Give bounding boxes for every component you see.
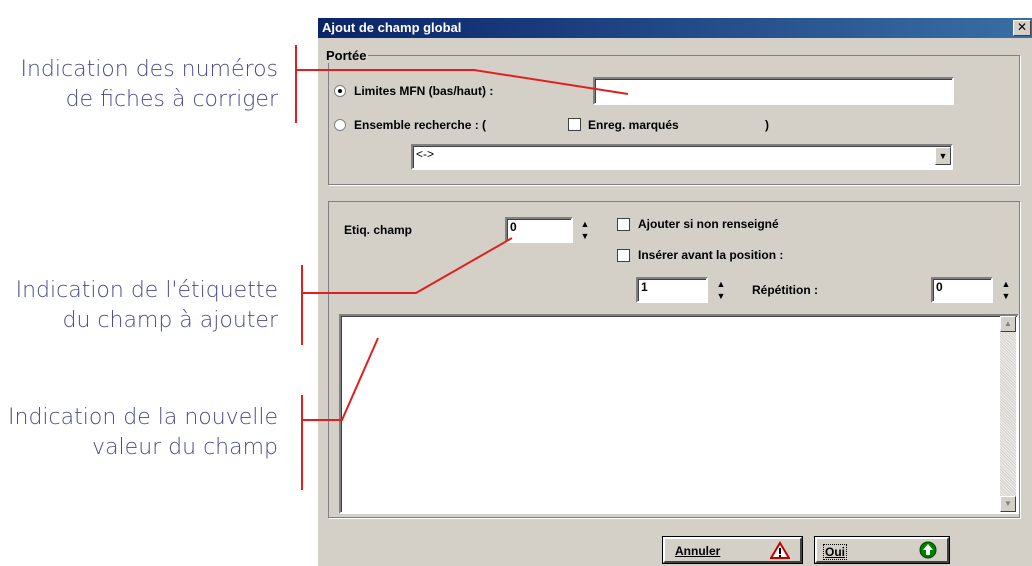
ok-button-label: Oui <box>823 544 847 560</box>
value-scrollbar[interactable]: ▲ ▼ <box>1000 316 1016 512</box>
scroll-down-icon[interactable]: ▼ <box>1000 496 1016 512</box>
annotation-value-line1: Indication de la nouvelle <box>8 405 278 430</box>
ok-button[interactable]: Oui <box>814 536 950 564</box>
insert-before-checkbox[interactable] <box>617 249 630 262</box>
annotation-tag-line2: du champ à ajouter <box>62 308 279 333</box>
search-set-radio[interactable] <box>334 119 346 131</box>
insert-before-label: Insérer avant la position : <box>638 248 784 262</box>
tag-label: Etiq. champ <box>344 223 413 237</box>
chevron-down-icon[interactable]: ▼ <box>935 147 951 165</box>
search-set-select[interactable]: <-> ▼ <box>411 144 953 170</box>
tag-input[interactable]: 0 <box>505 217 573 243</box>
marked-records-checkbox[interactable] <box>568 118 581 131</box>
annotation-value-line2: valeur du champ <box>92 435 278 460</box>
repetition-spinner-icon[interactable]: ▲ ▼ <box>1000 278 1012 302</box>
add-if-empty-checkbox[interactable] <box>617 218 630 231</box>
annotation-tag: Indication de l'étiquette du champ à ajo… <box>0 276 278 336</box>
tag-spinner-icon[interactable]: ▲ ▼ <box>579 218 591 242</box>
mfn-limits-label: Limites MFN (bas/haut) : <box>354 84 494 98</box>
annotation-mfn-line1: Indication des numéros <box>20 57 278 82</box>
position-input[interactable]: 1 <box>636 277 708 303</box>
scope-legend: Portée <box>326 48 369 63</box>
annotation-value: Indication de la nouvelle valeur du cham… <box>0 403 278 463</box>
cancel-button[interactable]: Annuler <box>662 536 803 564</box>
ok-arrow-icon <box>919 541 937 559</box>
scroll-up-icon[interactable]: ▲ <box>1000 316 1016 332</box>
annotation-mfn: Indication des numéros de fiches à corri… <box>0 55 278 115</box>
new-value-textarea[interactable] <box>339 314 1019 514</box>
add-if-empty-label: Ajouter si non renseigné <box>638 217 779 231</box>
repetition-input[interactable]: 0 <box>931 277 993 303</box>
marked-records-label: Enreg. marqués <box>588 118 679 132</box>
annotation-mfn-line2: de fiches à corriger <box>65 87 278 112</box>
annotation-tag-line1: Indication de l'étiquette <box>15 278 278 303</box>
cancel-button-label: Annuler <box>675 544 721 558</box>
search-set-select-value: <-> <box>416 147 435 161</box>
mfn-limits-input[interactable] <box>593 77 954 105</box>
dialog-title: Ajout de champ global <box>322 20 462 35</box>
close-paren: ) <box>765 118 769 132</box>
mfn-limits-radio[interactable] <box>334 85 346 97</box>
repetition-label: Répétition : <box>752 283 818 297</box>
warning-icon <box>770 541 790 559</box>
title-bar: Ajout de champ global ✕ <box>318 18 1032 38</box>
close-icon[interactable]: ✕ <box>1013 20 1031 36</box>
search-set-label: Ensemble recherche : ( <box>354 118 487 132</box>
global-field-dialog: Ajout de champ global ✕ Portée Limites M… <box>317 17 1032 566</box>
position-spinner-icon[interactable]: ▲ ▼ <box>715 278 727 302</box>
